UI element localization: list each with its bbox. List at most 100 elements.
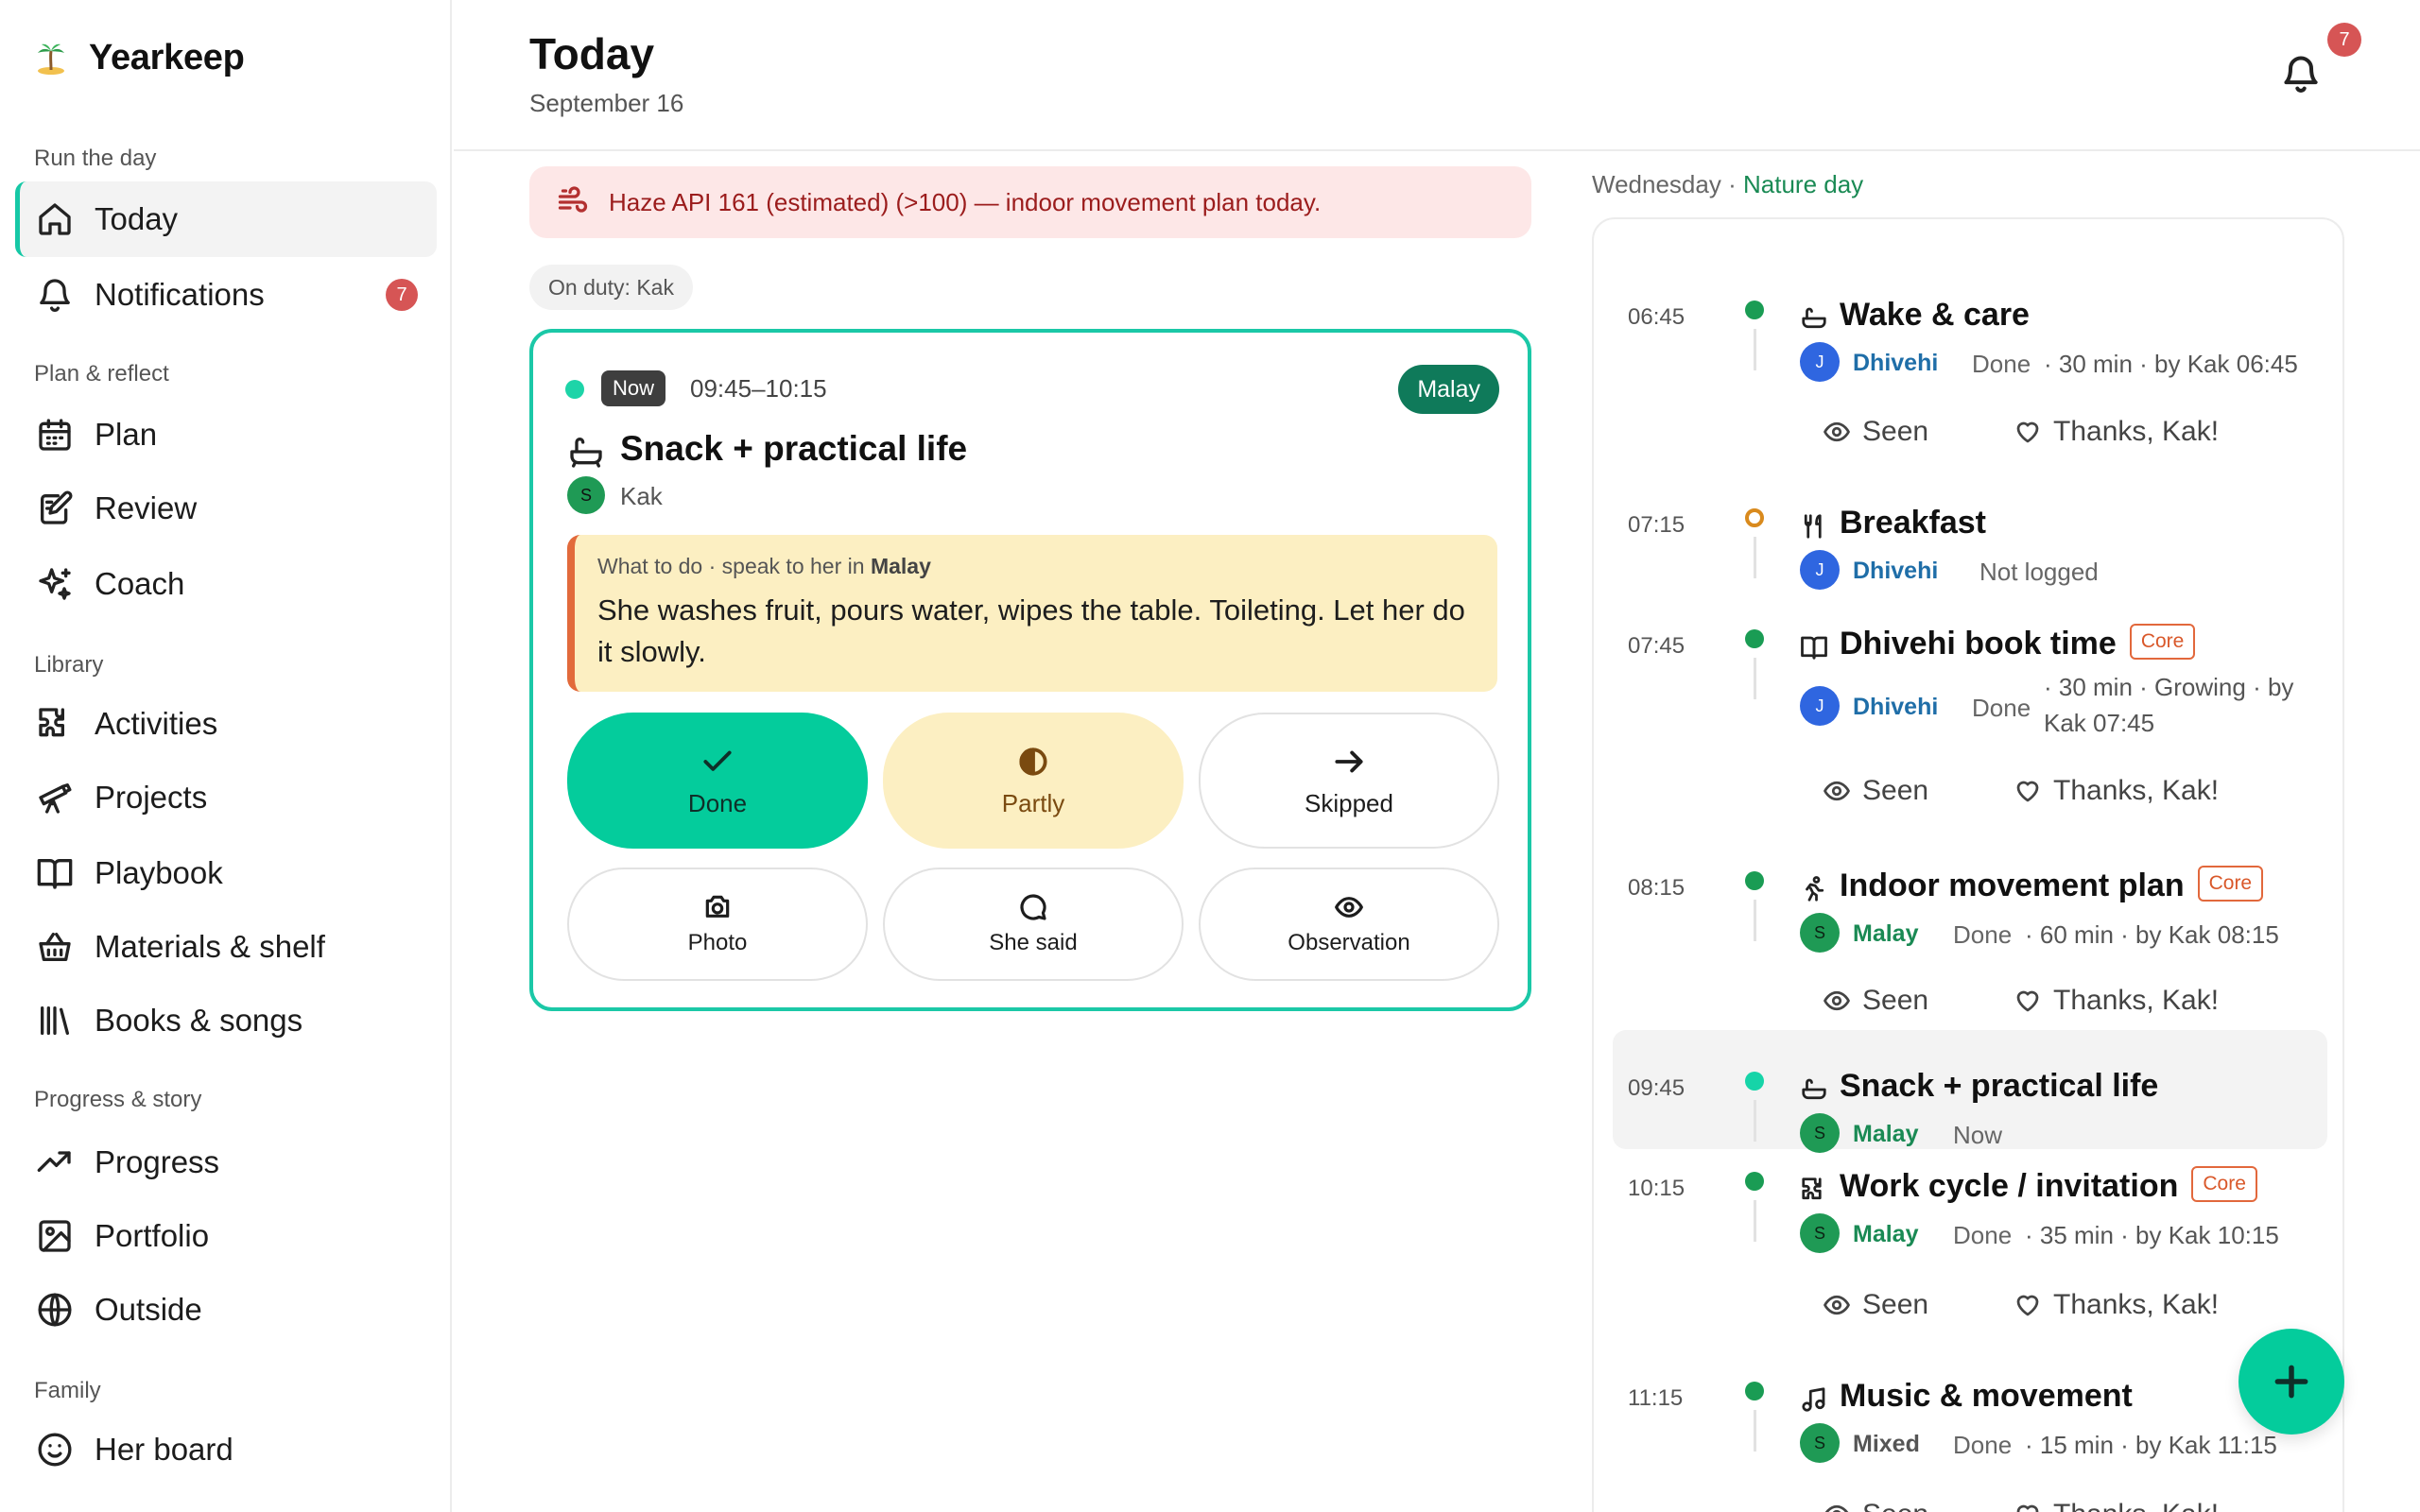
thanks-button[interactable]: Thanks, Kak! xyxy=(2014,1289,2219,1321)
add-button[interactable] xyxy=(2238,1329,2344,1435)
haze-alert: Haze API 161 (estimated) (>100) — indoor… xyxy=(529,166,1531,238)
entry-status: Done xyxy=(1953,1431,2013,1459)
sidebar-item-label: Materials & shelf xyxy=(95,929,325,964)
caregiver-name: Kak xyxy=(620,482,663,510)
sidebar-item-books-songs[interactable]: Books & songs xyxy=(15,983,437,1058)
sidebar-item-coach[interactable]: Coach xyxy=(15,546,437,622)
entry-title-text: Work cycle / invitation xyxy=(1840,1168,2179,1204)
thanks-button[interactable]: Thanks, Kak! xyxy=(2014,1499,2219,1512)
sidebar-item-label: Today xyxy=(95,201,179,236)
seen-button[interactable]: Seen xyxy=(1823,416,1928,448)
timeline-entry[interactable]: 07:45 Dhivehi book time Core J Dhivehi Do… xyxy=(1613,586,2327,806)
entry-title: Work cycle / invitation Core xyxy=(1840,1166,2257,1206)
sidebar-item-portfolio[interactable]: Portfolio xyxy=(15,1198,437,1274)
sidebar-item-materials[interactable]: Materials & shelf xyxy=(15,909,437,985)
thanks-label: Thanks, Kak! xyxy=(2053,1289,2220,1320)
done-button[interactable]: Done xyxy=(567,713,868,849)
sidebar-item-outside[interactable]: Outside xyxy=(15,1272,437,1348)
timeline-entry[interactable]: 06:45 Wake & care J Dhivehi Done · 30 mi… xyxy=(1613,253,2327,447)
timeline-connector xyxy=(1754,1200,1756,1242)
avatar: S xyxy=(1800,1113,1840,1153)
section-library: Library xyxy=(34,652,104,678)
core-badge: Core xyxy=(2129,624,2196,661)
wind-icon xyxy=(558,186,588,213)
guidance-language: Malay xyxy=(870,554,931,578)
day-kind: Nature day xyxy=(1742,170,1864,198)
eye-icon xyxy=(1824,781,1850,801)
entry-title: Breakfast xyxy=(1840,505,1986,541)
sidebar-item-projects[interactable]: Projects xyxy=(15,760,437,835)
entry-time: 10:15 xyxy=(1628,1176,1685,1201)
thanks-button[interactable]: Thanks, Kak! xyxy=(2014,775,2219,807)
on-duty-chip: On duty: Kak xyxy=(529,265,693,310)
skipped-button[interactable]: Skipped xyxy=(1199,713,1499,849)
sidebar-item-playbook[interactable]: Playbook xyxy=(15,835,437,911)
observation-button[interactable]: Observation xyxy=(1199,868,1499,981)
seen-label: Seen xyxy=(1862,985,1929,1016)
seen-button[interactable]: Seen xyxy=(1823,1289,1928,1321)
entry-time: 06:45 xyxy=(1628,304,1685,330)
core-badge: Core xyxy=(2197,866,2264,902)
observation-label: Observation xyxy=(1288,930,1410,955)
seen-button[interactable]: Seen xyxy=(1823,1499,1928,1512)
entry-meta: · 30 min · Growing · by xyxy=(2044,673,2294,701)
timeline-entry[interactable]: 07:15 Breakfast J Dhivehi Not logged xyxy=(1613,467,2327,590)
day-separator: · xyxy=(1728,170,1737,198)
basket-icon xyxy=(36,928,74,966)
sidebar-item-label: Outside xyxy=(95,1292,202,1327)
entry-title: Music & movement xyxy=(1840,1378,2133,1414)
status-dot xyxy=(1745,1172,1764,1191)
thanks-button[interactable]: Thanks, Kak! xyxy=(2014,985,2219,1017)
timeline-entry-current[interactable]: 09:45 Snack + practical life S Malay Now xyxy=(1613,1030,2327,1153)
entry-status: Done xyxy=(1953,920,2013,949)
book-open-icon xyxy=(36,854,74,892)
eye-icon xyxy=(1335,897,1363,918)
sidebar-item-label: Notifications xyxy=(95,277,265,312)
timeline-entry[interactable]: 10:15 Work cycle / invitation Core S Mala… xyxy=(1613,1160,2327,1359)
activity-time: 09:45–10:15 xyxy=(690,374,827,403)
she-said-button[interactable]: She said xyxy=(883,868,1184,981)
heart-icon xyxy=(2016,1295,2039,1316)
thanks-label: Thanks, Kak! xyxy=(2053,416,2220,447)
seen-label: Seen xyxy=(1862,1289,1929,1320)
plus-icon xyxy=(2274,1365,2308,1399)
seen-button[interactable]: Seen xyxy=(1823,775,1928,807)
brand[interactable]: Yearkeep xyxy=(34,38,245,78)
entry-title: Indoor movement plan Core xyxy=(1840,866,2264,905)
seen-button[interactable]: Seen xyxy=(1823,985,1928,1017)
seen-label: Seen xyxy=(1862,416,1929,447)
notifications-button[interactable] xyxy=(2280,53,2325,98)
partly-button[interactable]: Partly xyxy=(883,713,1184,849)
utensils-icon xyxy=(1800,512,1828,541)
eye-icon xyxy=(1824,990,1850,1011)
alert-text: Haze API 161 (estimated) (>100) — indoor… xyxy=(609,187,1322,216)
timeline-connector xyxy=(1754,1410,1756,1452)
entry-language: Dhivehi xyxy=(1853,350,1939,376)
photo-button[interactable]: Photo xyxy=(567,868,868,981)
timeline-entry[interactable]: 11:15 Music & movement S Mixed Done · 15… xyxy=(1613,1370,2327,1512)
sidebar-item-progress[interactable]: Progress xyxy=(15,1125,437,1200)
entry-title: Dhivehi book time Core xyxy=(1840,624,2196,663)
timeline-entry[interactable]: 08:15 Indoor movement plan Core S Malay D… xyxy=(1613,824,2327,1022)
partly-label: Partly xyxy=(1001,788,1065,817)
entry-language: Malay xyxy=(1853,920,1919,947)
sidebar-item-review[interactable]: Review xyxy=(15,471,437,546)
book-open-icon xyxy=(1800,633,1828,662)
smile-icon xyxy=(36,1431,74,1469)
sidebar-item-plan[interactable]: Plan xyxy=(15,397,437,472)
sidebar-item-today[interactable]: Today xyxy=(15,181,437,257)
check-icon xyxy=(703,750,732,771)
sidebar-item-label: Projects xyxy=(95,780,208,815)
core-badge: Core xyxy=(2191,1166,2257,1203)
status-dot xyxy=(1745,629,1764,648)
sidebar-item-label: Progress xyxy=(95,1144,220,1179)
sidebar-item-activities[interactable]: Activities xyxy=(15,686,437,762)
sidebar-item-notifications[interactable]: Notifications 7 xyxy=(15,257,437,333)
eye-icon xyxy=(1824,1295,1850,1315)
thanks-label: Thanks, Kak! xyxy=(2053,775,2220,806)
thanks-button[interactable]: Thanks, Kak! xyxy=(2014,416,2219,448)
page-header: Today September 16 7 xyxy=(454,0,2420,151)
sidebar-item-her-board[interactable]: Her board xyxy=(15,1412,437,1487)
entry-time: 08:15 xyxy=(1628,875,1685,901)
entry-title-text: Dhivehi book time xyxy=(1840,626,2117,662)
